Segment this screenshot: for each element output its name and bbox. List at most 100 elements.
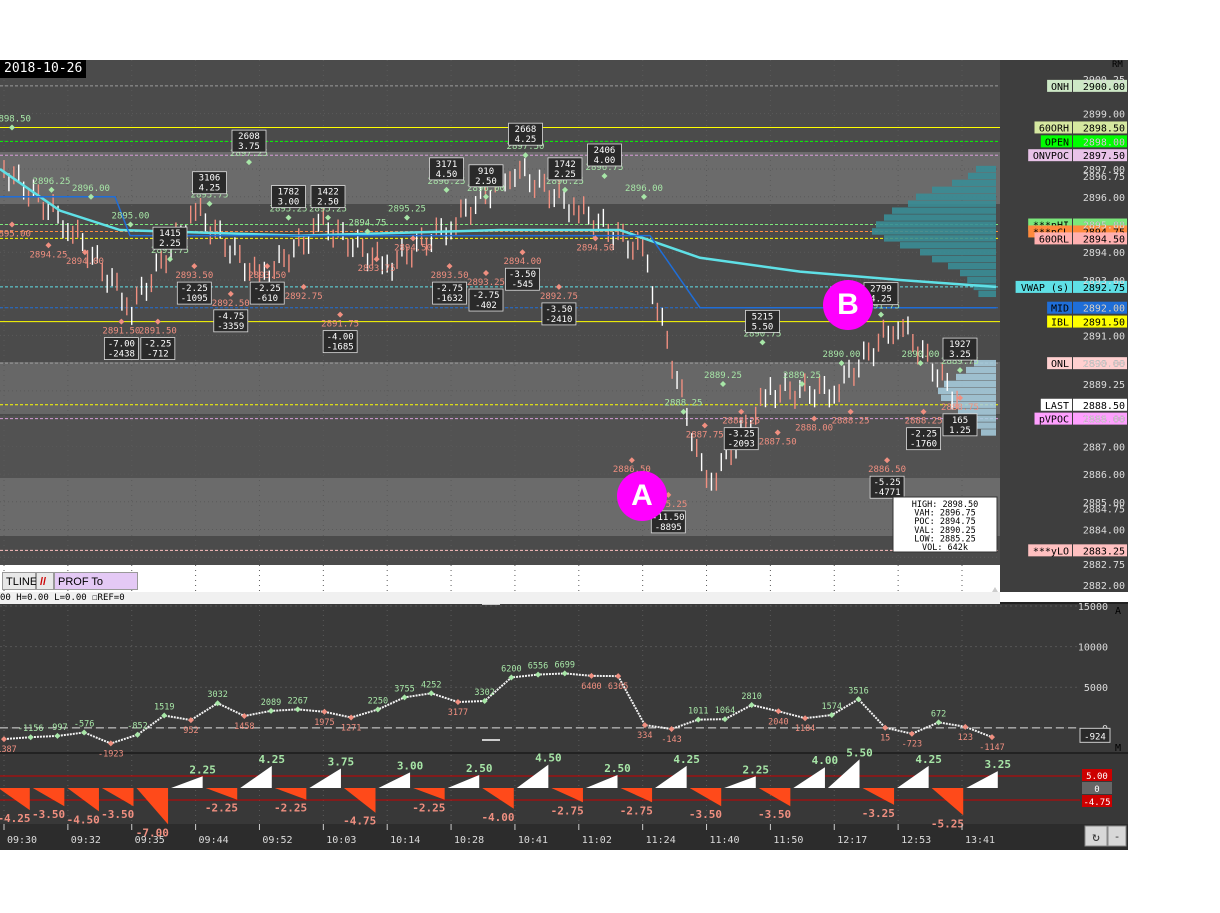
cd-label: 3302 bbox=[474, 688, 494, 698]
delta-right-label: 0 bbox=[1094, 785, 1099, 795]
axis-price: 2889.25 bbox=[1083, 380, 1125, 391]
cd-label: 3032 bbox=[207, 690, 227, 700]
delta-bar-label: 3.00 bbox=[397, 759, 424, 772]
profile-bar-current bbox=[966, 366, 996, 374]
swing-price: 2892.75 bbox=[285, 292, 323, 302]
level-name: LAST bbox=[1045, 401, 1069, 412]
value-area-band bbox=[0, 152, 1055, 204]
swing-info-bottom: 4.25 bbox=[515, 135, 537, 145]
swing-price: 2890.00 bbox=[902, 350, 940, 360]
cd-label: -1923 bbox=[98, 749, 124, 759]
delta-bar-label: 2.50 bbox=[604, 762, 631, 775]
cd-label: 1975 bbox=[314, 718, 334, 728]
cd-label: 3755 bbox=[394, 684, 414, 694]
session-date: 2018-10-26 bbox=[0, 60, 87, 78]
profile-bar bbox=[968, 172, 996, 180]
cd-label: 123 bbox=[958, 733, 973, 743]
cd-label: 1574 bbox=[822, 702, 842, 712]
profile-bar bbox=[960, 269, 996, 277]
swing-price: 2896.25 bbox=[33, 177, 71, 187]
swing-price: 2888.25 bbox=[722, 417, 760, 427]
delta-bar-label: 4.25 bbox=[673, 753, 700, 766]
tline-button[interactable]: TLINE bbox=[2, 572, 37, 590]
axis-price: 2896.00 bbox=[1083, 193, 1125, 204]
cd-label: 1011 bbox=[688, 707, 708, 717]
draw-line-icon[interactable]: // bbox=[36, 572, 54, 590]
swing-info-top: 3171 bbox=[436, 160, 458, 170]
profile-bar bbox=[976, 165, 996, 173]
swing-info-top: 2668 bbox=[515, 125, 537, 135]
delta-bar-label: 2.25 bbox=[189, 763, 216, 776]
profile-bar bbox=[932, 255, 996, 263]
swing-price: 2888.00 bbox=[795, 424, 833, 434]
cd-label: 672 bbox=[931, 709, 946, 719]
delta-bar-label: -4.00 bbox=[481, 811, 514, 824]
level-price: 2894.50 bbox=[1083, 234, 1125, 245]
cd-label: 6400 bbox=[581, 682, 601, 692]
swing-info-bottom: -8895 bbox=[655, 523, 682, 533]
delta-bar-label: -2.25 bbox=[274, 802, 307, 815]
level-name: MID bbox=[1051, 304, 1069, 315]
swing-info-bottom: 3.75 bbox=[238, 142, 260, 152]
trading-chart-window: ONH 2900.00 60ORH 2898.50 OPEN 2898.00 ONVPOC 2… bbox=[0, 0, 1220, 909]
level-name: VWAP (s) bbox=[1021, 283, 1069, 294]
cd-label: 6699 bbox=[555, 660, 575, 670]
level-price: 2898.50 bbox=[1083, 123, 1125, 134]
callout-b: B bbox=[823, 280, 873, 330]
swing-info-top: -2.25 bbox=[910, 430, 937, 440]
swing-price: 2888.25 bbox=[665, 399, 703, 409]
swing-info-bottom: 3.25 bbox=[949, 350, 971, 360]
swing-price: 2896.00 bbox=[625, 184, 663, 194]
delta-bar-label: 3.75 bbox=[328, 756, 355, 769]
cd-label: 952 bbox=[183, 726, 198, 736]
cd-label: 3516 bbox=[848, 686, 868, 696]
cd-label: 4252 bbox=[421, 680, 441, 690]
profile-bar bbox=[884, 214, 996, 221]
cd-label: 1519 bbox=[154, 702, 174, 712]
delta-bar-label: 3.25 bbox=[985, 758, 1012, 771]
chart-canvas[interactable]: ONH 2900.0060ORH 2898.50OPEN 2898.00ONVPOC 2… bbox=[0, 0, 1220, 909]
swing-info-bottom: 4.50 bbox=[436, 170, 458, 180]
cd-label: 1271 bbox=[341, 723, 361, 733]
swing-info-top: 5215 bbox=[752, 312, 774, 322]
level-name: IBL bbox=[1051, 318, 1069, 329]
callout-a: A bbox=[617, 471, 667, 521]
swing-info-bottom: -712 bbox=[147, 350, 169, 360]
level-price: 2891.50 bbox=[1083, 318, 1125, 329]
delta-bar-label: -3.25 bbox=[862, 807, 895, 820]
pane-m-marker: M bbox=[1115, 743, 1121, 754]
axis-price: 2884.75 bbox=[1083, 505, 1125, 516]
delta-bar-label: -3.50 bbox=[758, 808, 791, 821]
swing-info-top: -3.25 bbox=[728, 430, 755, 440]
swing-info-bottom: -1685 bbox=[327, 343, 354, 353]
profile-bar bbox=[900, 242, 996, 249]
cd-tick: 10000 bbox=[1078, 643, 1108, 654]
swing-info-top: -3.50 bbox=[545, 305, 572, 315]
time-label: 09:52 bbox=[262, 835, 292, 846]
swing-info-bottom: -402 bbox=[475, 301, 497, 311]
cd-label: -143 bbox=[661, 735, 681, 745]
profile-to-visible-button[interactable]: PROF To Visible bbox=[54, 572, 138, 606]
swing-info-top: 1742 bbox=[554, 160, 576, 170]
swing-price: 2894.25 bbox=[29, 250, 67, 260]
swing-info-bottom: -3359 bbox=[217, 322, 244, 332]
swing-info-top: 1782 bbox=[278, 188, 300, 198]
profile-stats-box: HIGH: 2898.50VAH: 2896.75POC: 2894.75VAL… bbox=[892, 496, 998, 553]
profile-bar-current bbox=[956, 373, 996, 381]
time-label: 13:41 bbox=[965, 835, 995, 846]
swing-price: 2898.50 bbox=[0, 114, 31, 124]
delta-right-label: 5.00 bbox=[1086, 772, 1108, 782]
time-label: 10:28 bbox=[454, 835, 484, 846]
swing-info-bottom: 4.00 bbox=[594, 156, 616, 166]
swing-price: 2894.00 bbox=[66, 257, 104, 267]
delta-bar-label: 2.50 bbox=[466, 762, 493, 775]
swing-price: 2894.00 bbox=[503, 257, 541, 267]
swing-info-top: -5.25 bbox=[874, 478, 901, 488]
profile-bar bbox=[948, 262, 996, 270]
swing-info-top: -7.00 bbox=[108, 340, 135, 350]
axis-price: 2890.00 bbox=[1083, 359, 1125, 370]
cd-label: 6200 bbox=[501, 664, 521, 674]
delta-bar-label: 4.25 bbox=[259, 753, 286, 766]
profile-bar bbox=[952, 179, 996, 187]
swing-info-bottom: 5.50 bbox=[752, 322, 774, 332]
